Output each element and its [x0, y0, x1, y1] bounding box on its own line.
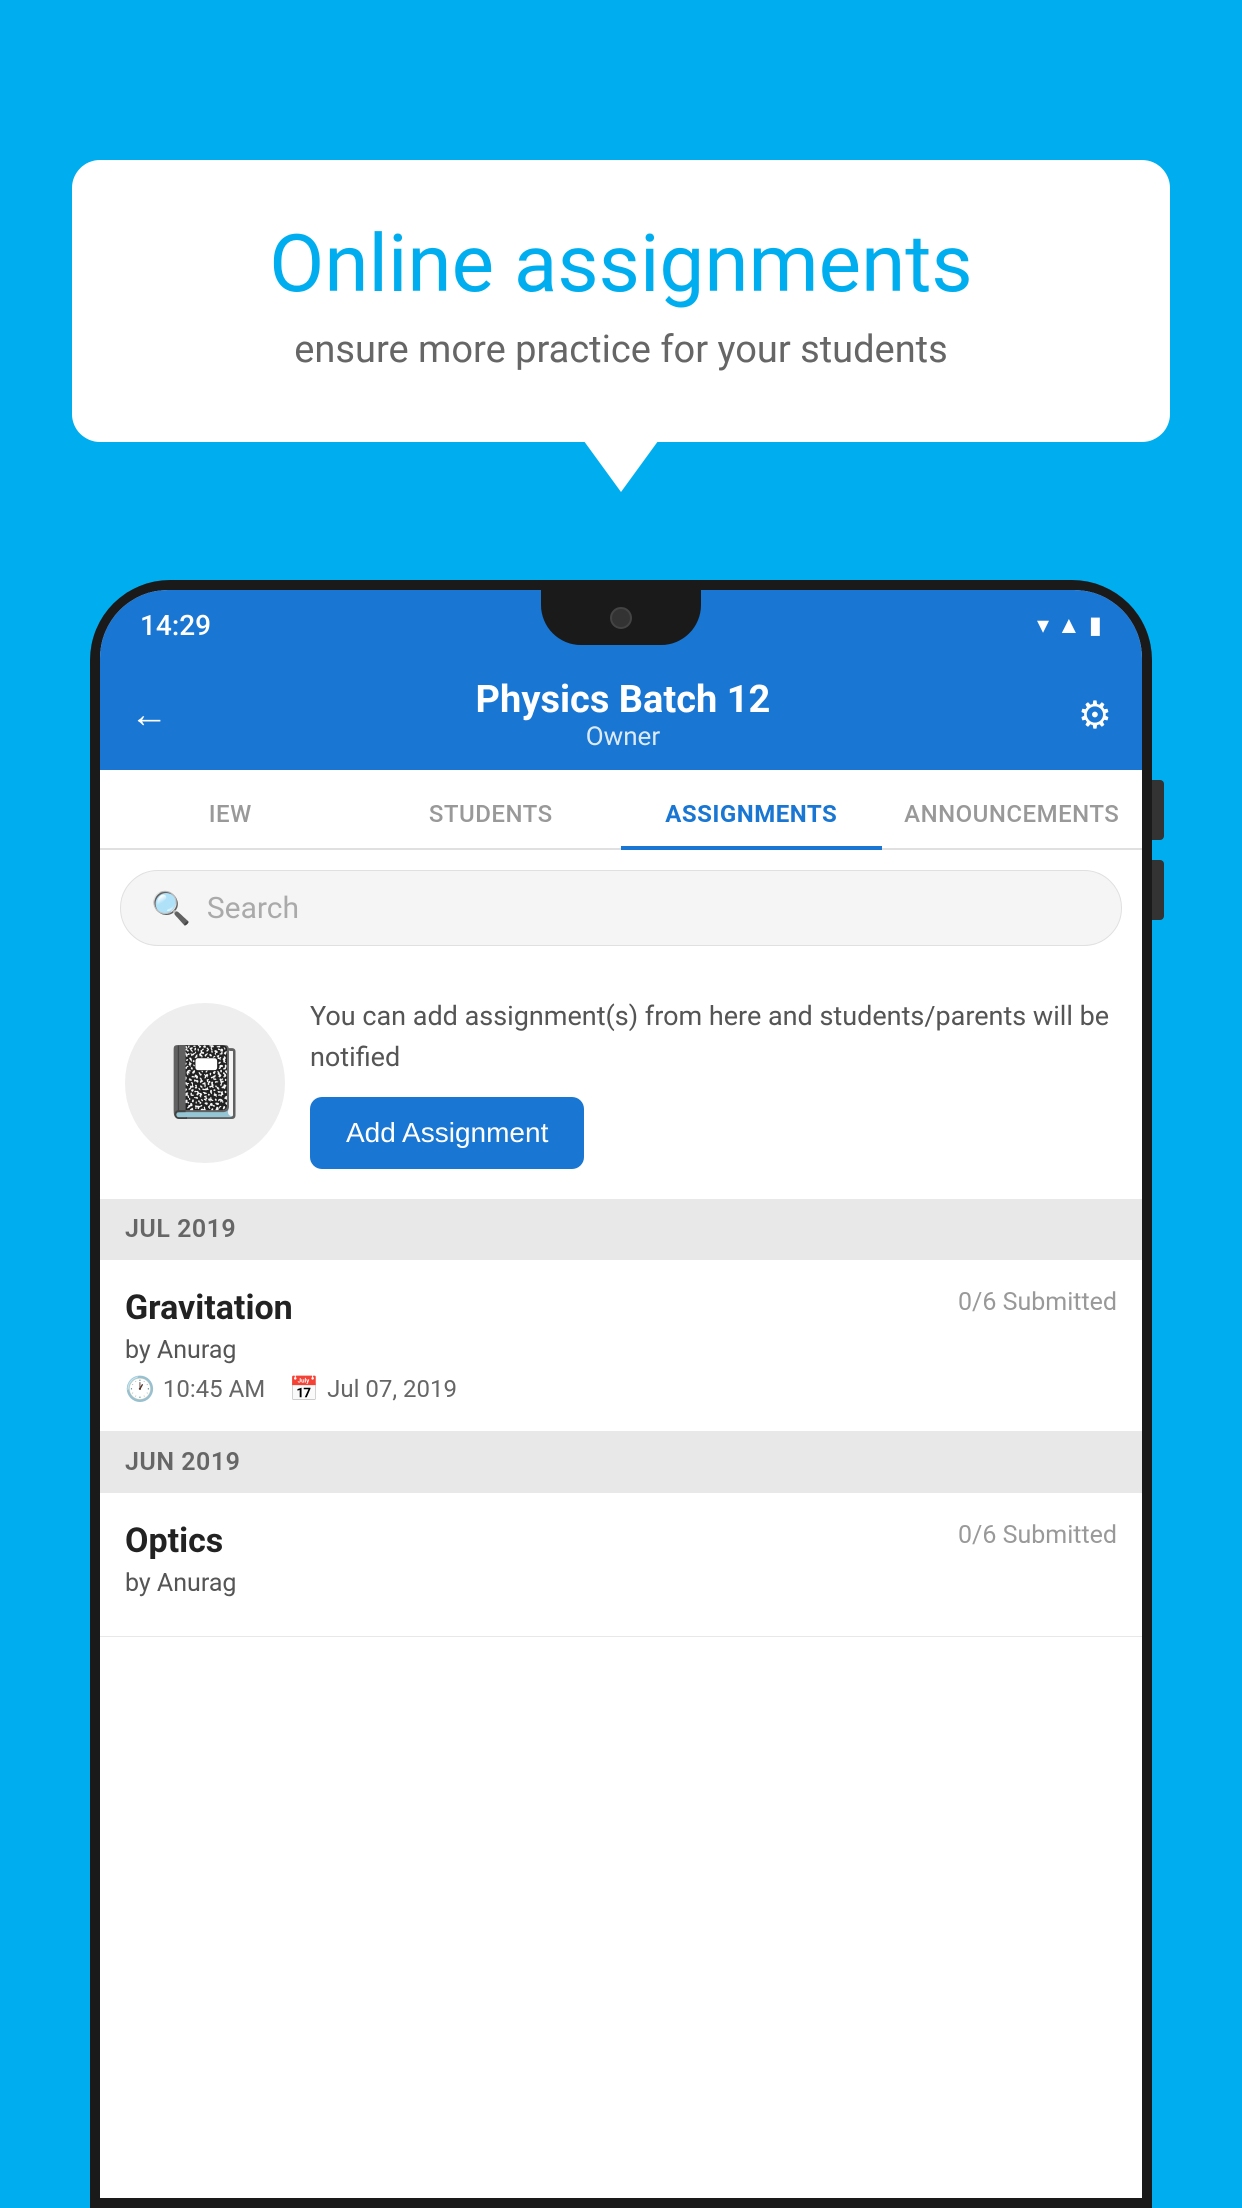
tab-iew[interactable]: IEW	[100, 800, 361, 848]
section-label-jun: JUN 2019	[125, 1448, 240, 1477]
assignment-date-gravitation: 📅 Jul 07, 2019	[289, 1375, 457, 1403]
header-title: Physics Batch 12	[476, 678, 771, 722]
clock-icon: 🕐	[125, 1375, 155, 1403]
app-header: ← Physics Batch 12 Owner ⚙	[100, 660, 1142, 770]
phone-frame: 14:29 ▾ ▲ ▮ ← Physics Batch 12 Owner ⚙ I…	[90, 580, 1152, 2208]
assignment-submitted-gravitation: 0/6 Submitted	[958, 1288, 1117, 1317]
notch	[541, 590, 701, 645]
assignment-row1-optics: Optics 0/6 Submitted	[125, 1521, 1117, 1561]
tab-students[interactable]: STUDENTS	[361, 800, 622, 848]
assignment-by-optics: by Anurag	[125, 1569, 1117, 1598]
battery-icon: ▮	[1089, 611, 1102, 639]
assignment-name-optics: Optics	[125, 1521, 223, 1561]
status-bar: 14:29 ▾ ▲ ▮	[100, 590, 1142, 660]
header-center: Physics Batch 12 Owner	[476, 678, 771, 752]
header-subtitle: Owner	[476, 722, 771, 752]
wifi-icon: ▾	[1037, 611, 1049, 639]
phone-screen: 14:29 ▾ ▲ ▮ ← Physics Batch 12 Owner ⚙ I…	[100, 590, 1142, 2198]
side-btn-1	[1152, 780, 1164, 840]
settings-icon[interactable]: ⚙	[1078, 693, 1112, 738]
section-header-jul: JUL 2019	[100, 1199, 1142, 1260]
assignment-time-gravitation: 🕐 10:45 AM	[125, 1375, 265, 1403]
search-bar[interactable]: 🔍 Search	[120, 870, 1122, 946]
side-btn-2	[1152, 860, 1164, 920]
search-icon: 🔍	[151, 889, 191, 927]
assignment-by-gravitation: by Anurag	[125, 1336, 1117, 1365]
promo-card: 📓 You can add assignment(s) from here an…	[100, 966, 1142, 1199]
promo-icon-circle: 📓	[125, 1003, 285, 1163]
promo-description: You can add assignment(s) from here and …	[310, 996, 1117, 1077]
assignment-item-gravitation[interactable]: Gravitation 0/6 Submitted by Anurag 🕐 10…	[100, 1260, 1142, 1432]
tab-announcements[interactable]: ANNOUNCEMENTS	[882, 800, 1143, 848]
side-buttons	[1152, 780, 1164, 940]
promo-content: You can add assignment(s) from here and …	[310, 996, 1117, 1169]
status-icons: ▾ ▲ ▮	[1037, 611, 1102, 640]
tab-assignments[interactable]: ASSIGNMENTS	[621, 800, 882, 848]
back-button[interactable]: ←	[130, 693, 168, 737]
assignment-name-gravitation: Gravitation	[125, 1288, 293, 1328]
bubble-title: Online assignments	[142, 220, 1100, 308]
bubble-subtitle: ensure more practice for your students	[142, 328, 1100, 372]
tabs-bar: IEW STUDENTS ASSIGNMENTS ANNOUNCEMENTS	[100, 770, 1142, 850]
assignment-submitted-optics: 0/6 Submitted	[958, 1521, 1117, 1550]
status-time: 14:29	[140, 609, 211, 642]
add-assignment-button[interactable]: Add Assignment	[310, 1097, 584, 1169]
camera	[610, 607, 632, 629]
search-placeholder: Search	[207, 891, 299, 926]
assignment-item-optics[interactable]: Optics 0/6 Submitted by Anurag	[100, 1493, 1142, 1637]
assignment-meta-gravitation: 🕐 10:45 AM 📅 Jul 07, 2019	[125, 1375, 1117, 1403]
calendar-icon: 📅	[289, 1375, 319, 1403]
assignment-row1: Gravitation 0/6 Submitted	[125, 1288, 1117, 1328]
speech-bubble-card: Online assignments ensure more practice …	[72, 160, 1170, 442]
search-container: 🔍 Search	[100, 850, 1142, 966]
notebook-icon: 📓	[161, 1042, 248, 1124]
section-label-jul: JUL 2019	[125, 1215, 236, 1244]
signal-icon: ▲	[1057, 611, 1081, 640]
section-header-jun: JUN 2019	[100, 1432, 1142, 1493]
